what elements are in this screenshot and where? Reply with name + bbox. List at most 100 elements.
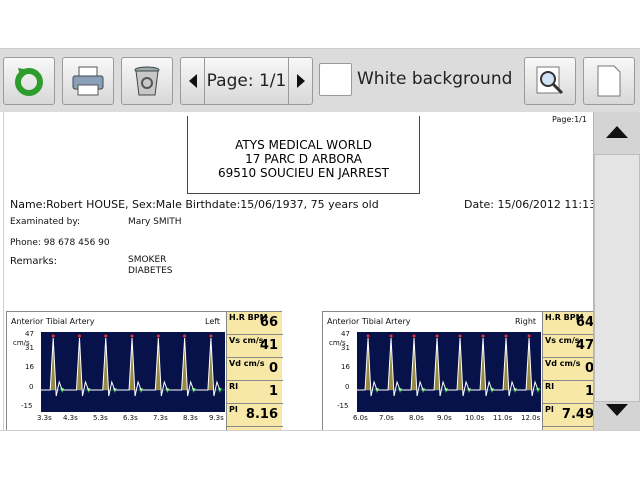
triangle-left-icon	[188, 74, 197, 88]
metric-value: 1	[268, 384, 278, 399]
top-margin	[0, 0, 640, 48]
bottom-margin	[0, 430, 640, 480]
triangle-down-icon	[606, 404, 628, 416]
peak-marker	[366, 334, 370, 338]
metric-ri: RI 1	[227, 381, 283, 404]
x-tick: 9.3s	[209, 414, 224, 422]
metrics-right: H.R BPM64 Vs cm/s47 Vd cm/s 0 RI 1 PI 7.49	[542, 312, 593, 430]
metric-value: 8.16	[245, 407, 278, 422]
x-tick: 11.0s	[493, 414, 513, 422]
triangle-right-icon	[296, 74, 305, 88]
y-tick: 16	[25, 363, 34, 371]
zoom-button[interactable]	[524, 57, 576, 105]
white-background-label: White background	[357, 69, 513, 89]
blank-page-icon	[597, 65, 621, 97]
report-date: Date: 15/06/2012 11:13	[464, 198, 593, 211]
remark-1: SMOKER	[128, 255, 167, 265]
magnifier-icon	[536, 66, 564, 95]
y-tick: -15	[337, 402, 349, 410]
scroll-down-button[interactable]	[594, 390, 640, 430]
peak-marker	[209, 334, 213, 338]
metric-label: Vd cm/s	[229, 359, 265, 368]
x-tick: 6.3s	[123, 414, 138, 422]
metric-value: 0	[585, 361, 593, 376]
x-tick: 10.0s	[465, 414, 485, 422]
metric-value: 41	[259, 338, 278, 353]
metric-hr: H.R BPM 64	[543, 312, 593, 335]
x-tick: 6.0s	[353, 414, 368, 422]
waveform-svg	[41, 334, 225, 397]
metric-label: Vs cm/s	[545, 336, 580, 345]
report-viewer: Page: 1/1 White background Page:1/1 ATYS…	[0, 0, 640, 480]
metric-pi: PI 8.16	[227, 404, 283, 427]
metric-label: Vs cm/s	[229, 336, 264, 345]
toolbar: Page: 1/1 White background	[0, 48, 640, 112]
doppler-panel-left: Anterior Tibial Artery Left cm/s 47 31 1…	[6, 311, 283, 430]
page-counter: Page:1/1	[552, 115, 587, 124]
white-background-checkbox[interactable]	[319, 63, 352, 96]
envelope-line	[357, 337, 539, 397]
peak-marker	[130, 334, 134, 338]
phone: Phone: 98 678 456 90	[10, 238, 110, 248]
x-tick: 4.3s	[63, 414, 78, 422]
doppler-waveform-left	[41, 332, 225, 412]
peak-marker	[527, 334, 531, 338]
vertical-scrollbar[interactable]	[593, 112, 640, 430]
patient-info: Name:Robert HOUSE, Sex:Male Birthdate:15…	[10, 198, 379, 211]
panel-title: Anterior Tibial Artery	[327, 317, 411, 326]
address-line-2: 17 PARC D ARBORA	[245, 152, 362, 166]
remarks-label: Remarks:	[10, 256, 58, 267]
examined-by-label: Examinated by:	[10, 217, 81, 227]
scroll-up-button[interactable]	[594, 112, 640, 152]
y-tick: 47	[341, 330, 350, 338]
doppler-waveform-right	[357, 332, 541, 412]
peak-marker	[389, 334, 393, 338]
address-line-3: 69510 SOUCIEU EN JARREST	[217, 166, 390, 180]
metric-vs: Vs cm/s 47	[543, 335, 593, 358]
report-page: Page:1/1 ATYS MEDICAL WORLD 17 PARC D AR…	[3, 112, 593, 430]
blank-page-button[interactable]	[583, 57, 635, 105]
examiner-name: Mary SMITH	[128, 217, 182, 227]
page-label: Page: 1/1	[206, 71, 287, 91]
next-page-button[interactable]	[288, 58, 312, 104]
previous-page-button[interactable]	[181, 58, 205, 104]
y-tick: 0	[29, 383, 34, 391]
trash-icon	[134, 66, 160, 96]
panel-title: Anterior Tibial Artery	[11, 317, 95, 326]
peak-marker	[504, 334, 508, 338]
y-tick: 16	[341, 363, 350, 371]
metric-pi: PI 7.49	[543, 404, 593, 427]
metric-label: RI	[545, 382, 555, 391]
peak-marker	[481, 334, 485, 338]
print-button[interactable]	[62, 57, 114, 105]
peak-marker	[156, 334, 160, 338]
peak-marker	[412, 334, 416, 338]
panel-side: Left	[205, 317, 221, 326]
printer-icon	[72, 66, 104, 96]
x-tick: 12.0s	[521, 414, 541, 422]
metric-vd: Vd cm/s 0	[543, 358, 593, 381]
refresh-icon	[15, 68, 43, 96]
doppler-panel-right: Anterior Tibial Artery Right cm/s 47 31 …	[322, 311, 593, 430]
x-tick: 7.0s	[379, 414, 394, 422]
peak-marker	[77, 334, 81, 338]
x-tick: 8.0s	[409, 414, 424, 422]
metric-value: 1	[585, 384, 593, 399]
x-tick: 3.3s	[37, 414, 52, 422]
y-tick: 31	[25, 344, 34, 352]
metric-value: 0	[268, 361, 278, 376]
x-tick: 5.3s	[93, 414, 108, 422]
metric-hr: H.R BPM 66	[227, 312, 283, 335]
metric-value: 47	[575, 338, 593, 353]
refresh-button[interactable]	[3, 57, 55, 105]
peak-marker	[435, 334, 439, 338]
page-navigator: Page: 1/1	[180, 57, 313, 105]
delete-button[interactable]	[121, 57, 173, 105]
scroll-thumb[interactable]	[594, 154, 640, 402]
metric-label: PI	[545, 405, 554, 414]
peak-marker	[104, 334, 108, 338]
metric-label: PI	[229, 405, 238, 414]
metric-label: RI	[229, 382, 239, 391]
metric-label: Vd cm/s	[545, 359, 581, 368]
metric-value: 7.49	[561, 407, 593, 422]
